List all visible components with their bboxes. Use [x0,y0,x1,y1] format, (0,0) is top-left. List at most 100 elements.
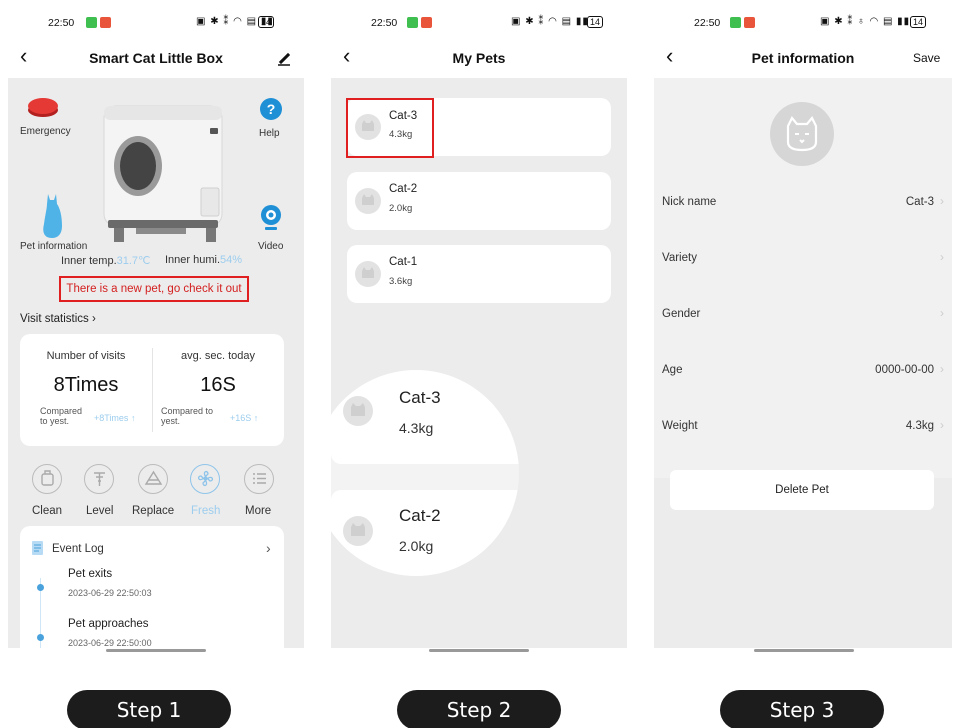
notification-icon [100,17,111,28]
pet-card[interactable]: Cat-1 3.6kg [347,245,611,303]
step-label: Step 3 [720,690,884,728]
status-time: 22:50 [371,17,398,29]
top-nav: ‹ My Pets [331,38,627,78]
step-label: Step 1 [67,690,231,728]
function-label: More [245,505,272,517]
edit-icon[interactable] [276,51,292,67]
event-log-icon [32,541,43,555]
page-title: Smart Cat Little Box [89,50,223,66]
home-indicator [429,649,529,652]
field-row-gender[interactable]: Gender › [654,288,952,344]
avg-label: avg. sec. today [181,350,255,362]
event-title: Pet exits [68,568,113,580]
avg-compare-value: +16S ↑ [230,413,259,423]
save-button[interactable]: Save [913,51,940,65]
inner-temp-label: Inner temp. [61,255,117,267]
field-label: Gender [662,308,701,320]
battery-icon: 14 [258,16,275,28]
clean-button[interactable] [32,464,62,494]
emergency-label: Emergency [20,126,71,137]
cat-silhouette-icon[interactable] [38,192,66,240]
notification-icon [421,17,432,28]
fresh-button[interactable] [190,464,220,494]
zoom-pet-weight: 2.0kg [399,538,434,554]
chevron-right-icon: › [940,250,944,264]
emergency-icon [28,98,58,117]
zoom-magnifier: Cat-3 4.3kg Cat-2 2.0kg [331,370,519,576]
cat-face-icon [786,116,818,152]
status-bar: 22:50 ▣ ✱ ⁑ ◠ ▤ ▮▮ 14 [8,8,304,38]
litter-box-image [103,105,223,242]
visits-compare-value: +8Times ↑ [94,413,136,423]
field-row-variety[interactable]: Variety › [654,232,952,288]
zoom-pet-weight: 4.3kg [399,420,434,436]
status-time: 22:50 [48,17,75,29]
screen-my-pets: 22:50 ▣ ✱ ⁑ ◠ ▤ ▮▮ 14 ‹ My Pets Cat-3 4.… [331,8,627,662]
pet-avatar[interactable] [770,102,834,166]
inner-temp: Inner temp.31.7℃ [61,254,150,267]
chevron-right-icon: › [940,194,944,208]
more-icon [252,473,266,484]
avg-value: 16S [200,374,236,396]
event-time: 2023-06-29 22:50:03 [68,588,152,598]
function-label: Replace [132,505,175,517]
screen-smart-box: 22:50 ▣ ✱ ⁑ ◠ ▤ ▮▮ 14 ‹ Smart Cat Little… [8,8,304,662]
battery-icon: 14 [587,16,604,28]
field-row-age[interactable]: Age 0000-00-00 › [654,344,952,400]
top-nav: ‹ Pet information Save [654,38,952,78]
field-label: Age [662,364,683,376]
zoom-pet-name: Cat-2 [399,506,441,525]
event-log-title: Event Log [52,543,104,555]
visits-value: 8Times [53,374,119,396]
status-icons: ▣ ✱ ⁑ ◠ ▤ ▮▮ [511,16,589,27]
status-time: 22:50 [694,17,721,29]
notification-icon [407,17,418,28]
camera-icon[interactable] [259,204,283,234]
zoom-pet-card: Cat-2 2.0kg [331,490,519,576]
chevron-right-icon[interactable]: › [266,540,271,556]
timeline-dot [37,634,44,641]
video-label: Video [258,241,284,252]
more-button[interactable] [244,464,274,494]
cat-avatar-icon [355,188,381,214]
field-label: Weight [662,420,698,432]
avg-compare-label: Compared to yest. [161,406,214,426]
zoom-pet-name: Cat-3 [399,388,441,407]
field-row-weight[interactable]: Weight 4.3kg › [654,400,952,456]
function-label: Clean [32,505,63,517]
event-title: Pet approaches [68,618,149,630]
field-value: 0000-00-00 [875,364,934,376]
pet-weight: 2.0kg [389,203,413,214]
status-bar: 22:50 ▣ ✱ ⁑ ♁ ◠ ▤ ▮▮ 14 [654,8,952,38]
function-label-active: Fresh [191,505,221,517]
level-button[interactable] [84,464,114,494]
help-label: Help [259,128,280,139]
field-label: Nick name [662,196,717,208]
level-icon [93,472,105,486]
function-label: Level [86,505,114,517]
visit-statistics-label: Visit statistics [20,313,89,325]
inner-humi-label: Inner humi. [165,254,221,266]
clean-icon [40,470,54,486]
cat-avatar-icon [343,516,373,546]
pet-card[interactable]: Cat-2 2.0kg [347,172,611,230]
delete-pet-button[interactable]: Delete Pet [670,470,934,510]
timeline-dot [37,584,44,591]
event-log-card: Event Log › Pet exits 2023-06-29 22:50:0… [20,526,284,662]
field-value: 4.3kg [905,420,934,432]
new-pet-notice[interactable]: There is a new pet, go check it out [59,276,249,302]
replace-button[interactable] [138,464,168,494]
page-title: Pet information [751,50,855,66]
inner-humi-value: 54% [220,254,243,266]
cat-avatar-icon [355,261,381,287]
replace-icon [144,470,162,485]
notification-icon [86,17,97,28]
status-bar: 22:50 ▣ ✱ ⁑ ◠ ▤ ▮▮ 14 [331,8,627,38]
emergency-button[interactable] [26,96,60,118]
help-icon[interactable]: ? [260,98,282,120]
visit-statistics-link[interactable]: Visit statistics › [20,313,96,325]
field-row-nickname[interactable]: Nick name Cat-3 › [654,176,952,232]
home-indicator [754,649,854,652]
page-title: My Pets [452,50,506,66]
visits-compare-label: Compared to yest. [40,406,83,426]
